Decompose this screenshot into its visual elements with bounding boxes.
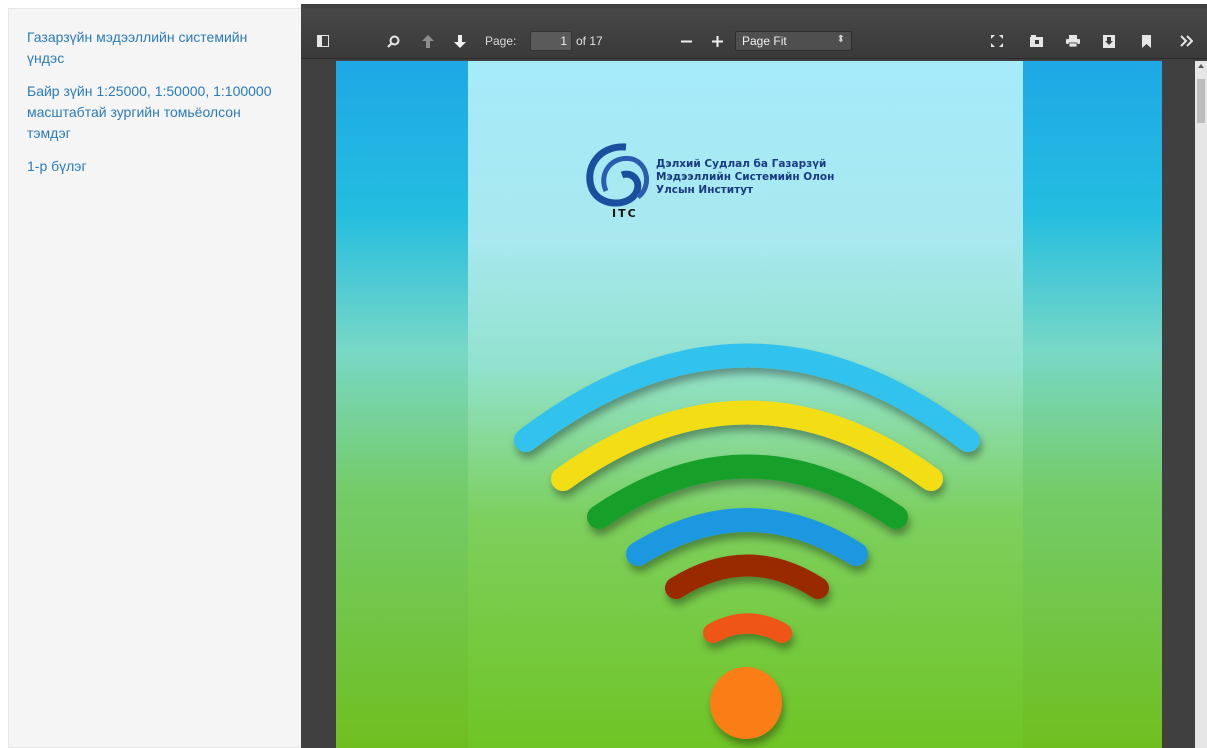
pdf-page: Дэлхий Судлал ба Газарзүй Мэдээллийн Сис… (336, 61, 1162, 748)
left-sidebar: Газарзүйн мэдээллийн системийн үндэс Бай… (8, 8, 301, 748)
institute-line: Улсын Институт (656, 184, 754, 196)
zoom-in-icon[interactable] (710, 31, 724, 51)
search-icon[interactable] (385, 31, 401, 51)
signal-arc-orange (703, 613, 792, 643)
institute-line: Мэдээллийн Системийн Олон (656, 171, 835, 183)
download-icon[interactable] (1101, 31, 1117, 51)
open-file-icon[interactable] (1028, 31, 1044, 51)
tools-icon[interactable] (1178, 31, 1194, 51)
scroll-up-icon[interactable] (1198, 64, 1204, 68)
vertical-scrollbar[interactable] (1195, 61, 1207, 748)
sidebar-link-gis-basics[interactable]: Газарзүйн мэдээллийн системийн үндэс (27, 27, 283, 69)
pdf-viewer: Page: of 17 Page Fit ⬍ (301, 4, 1207, 748)
page-count: of 17 (576, 34, 603, 48)
sidebar-link-topographic-symbols[interactable]: Байр зүйн 1:25000, 1:50000, 1:100000 мас… (27, 81, 283, 144)
institute-line: Дэлхий Судлал ба Газарзүй (656, 158, 827, 170)
print-icon[interactable] (1065, 31, 1081, 51)
signal-dot (710, 667, 782, 739)
scroll-thumb[interactable] (1197, 79, 1205, 123)
previous-page-icon[interactable] (420, 31, 436, 51)
sidebar-link-chapter-1[interactable]: 1-р бүлэг (27, 156, 283, 177)
zoom-select[interactable]: Page Fit ⬍ (735, 31, 852, 51)
institute-name: Дэлхий Судлал ба Газарзүй Мэдээллийн Сис… (656, 158, 834, 197)
bookmark-icon[interactable] (1140, 31, 1152, 51)
zoom-value: Page Fit (742, 34, 787, 48)
chevron-updown-icon: ⬍ (836, 34, 845, 45)
pdf-toolbar: Page: of 17 Page Fit ⬍ (301, 4, 1207, 59)
next-page-icon[interactable] (452, 31, 468, 51)
zoom-out-icon[interactable] (679, 31, 693, 51)
sidebar-toggle-icon[interactable] (315, 31, 331, 51)
itc-logo-text: ITC (612, 207, 638, 220)
presentation-mode-icon[interactable] (989, 31, 1005, 51)
page-number-input[interactable] (530, 31, 572, 51)
page-label: Page: (485, 34, 517, 48)
